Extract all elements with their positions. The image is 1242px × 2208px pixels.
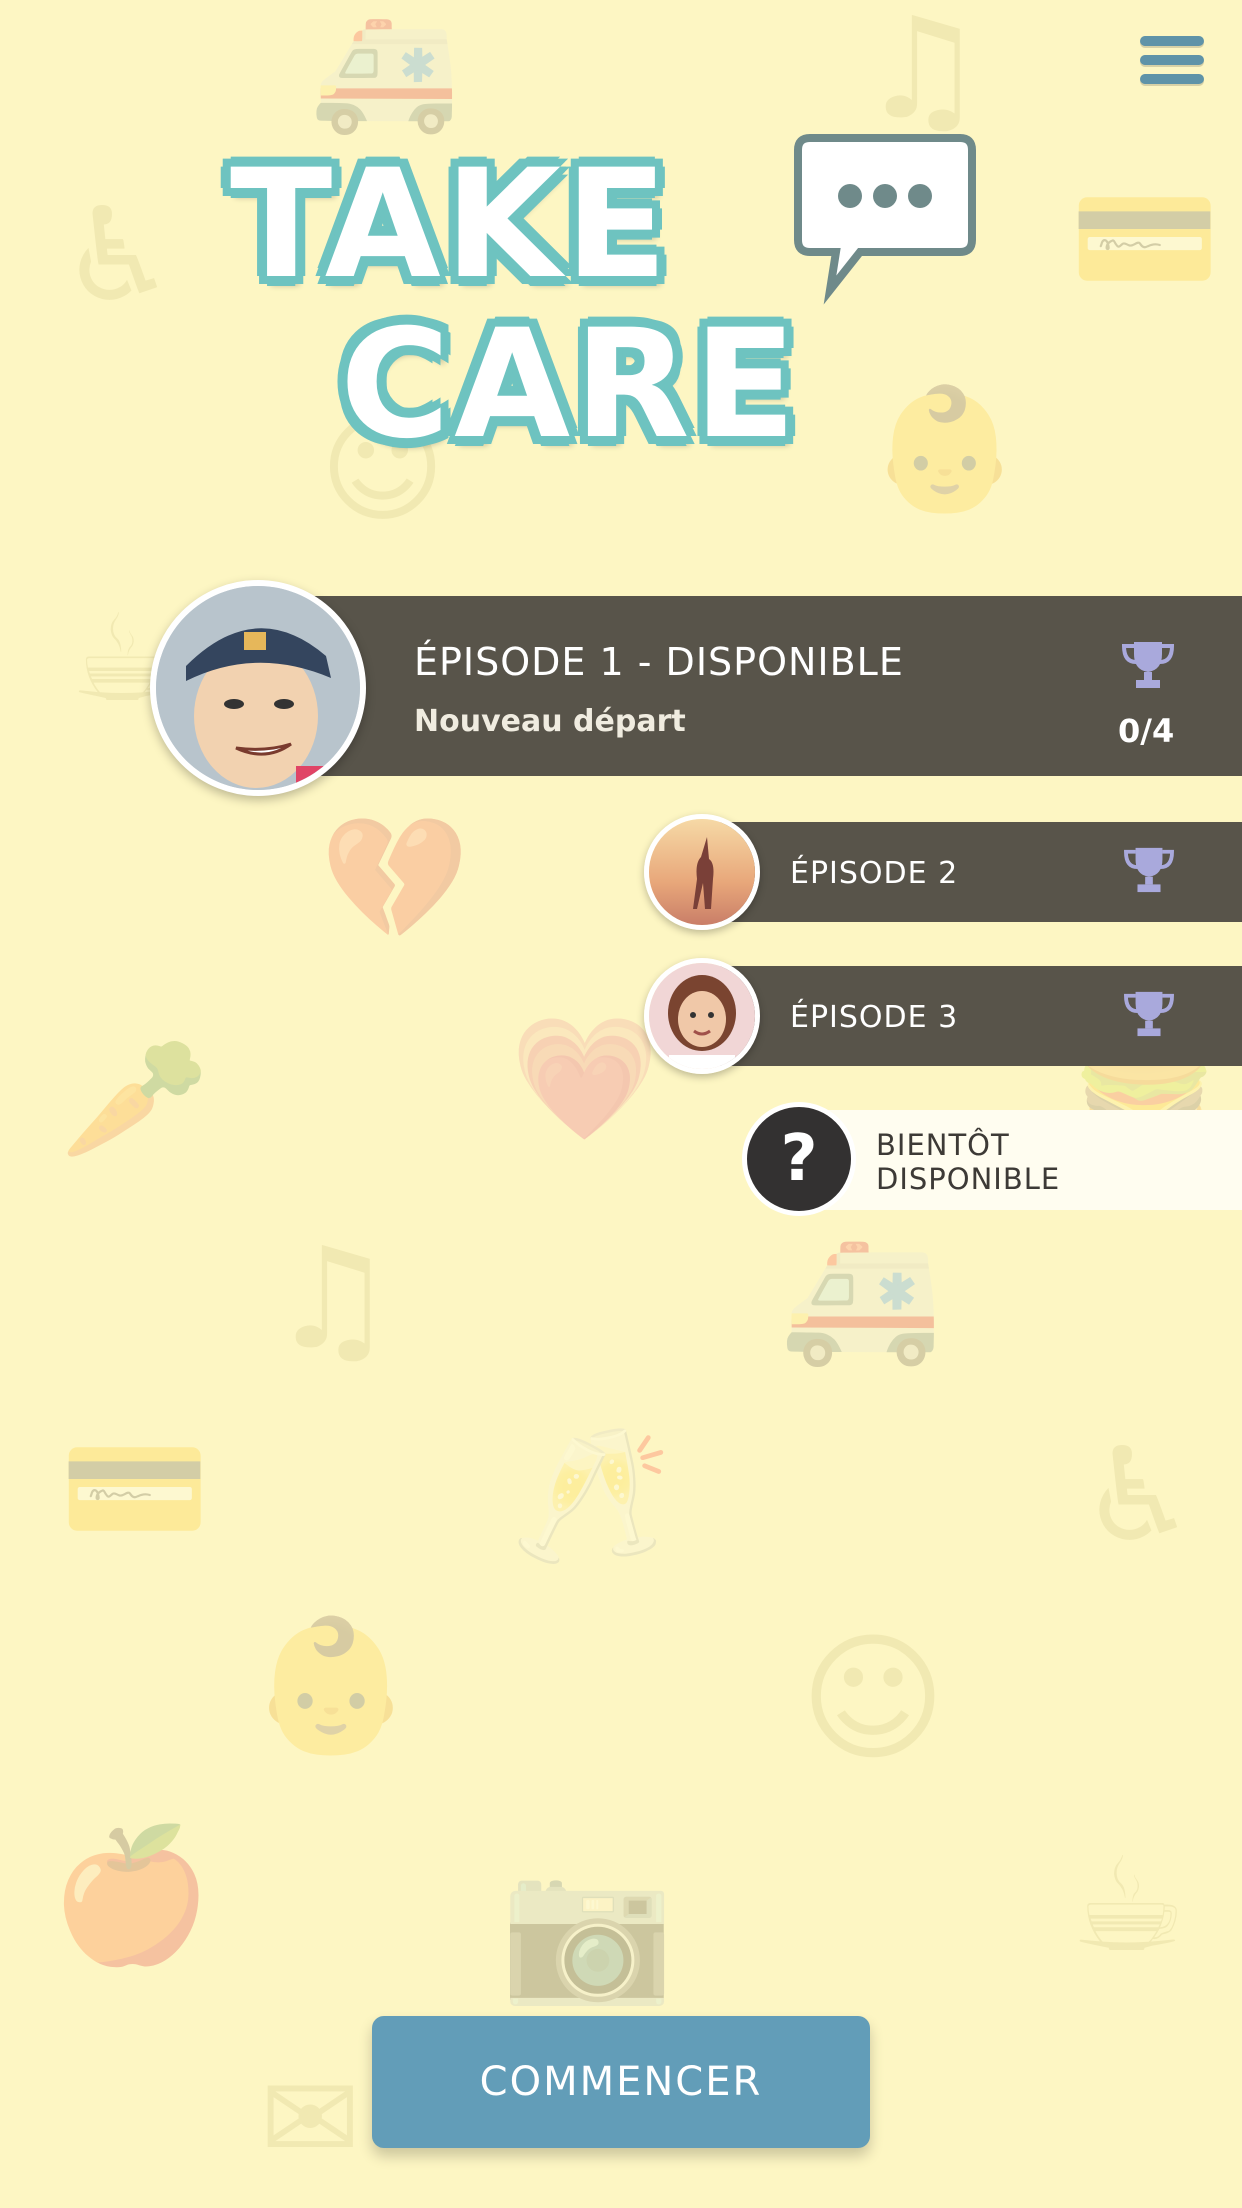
menu-button[interactable]: [1140, 36, 1204, 92]
app-logo: TAKE CARE: [230, 130, 990, 480]
wine-glasses-icon: 🥂: [510, 1419, 672, 1571]
smile-icon: ☺: [800, 1618, 946, 1781]
episode-2-avatar: [644, 814, 760, 930]
coming-soon-label: BIENTÔT DISPONIBLE: [876, 1128, 1060, 1196]
music-note-icon: ♫: [860, 0, 986, 151]
logo-line-1: TAKE: [230, 138, 672, 312]
apple-icon: 🍎: [50, 1819, 212, 1971]
menu-line: [1140, 55, 1204, 65]
wheelchair-icon: ♿: [1080, 1419, 1197, 1571]
coffee-cup-icon: ☕: [1070, 1829, 1187, 1981]
trophy-icon: [1124, 991, 1174, 1037]
episode-1-score: 0/4: [1118, 712, 1175, 750]
trophy-icon: [1124, 847, 1174, 893]
episode-2-title: ÉPISODE 2: [790, 856, 959, 891]
trophy-icon: [1122, 642, 1174, 688]
coming-soon-line-1: BIENTÔT: [876, 1128, 1010, 1162]
girl-sunset-silhouette-icon: [649, 819, 755, 925]
ambulance-icon: 🚑: [780, 1219, 942, 1371]
broken-heart-icon: 💔: [320, 810, 470, 949]
credit-card-icon: 💳: [60, 1420, 210, 1559]
start-button[interactable]: COMMENCER: [372, 2016, 870, 2148]
carrot-icon: 🥕: [60, 1030, 210, 1169]
baby-icon: 👶: [250, 1609, 412, 1761]
speech-bubble-icon: [794, 134, 976, 305]
coming-soon-line-2: DISPONIBLE: [876, 1162, 1061, 1196]
menu-line: [1140, 36, 1204, 46]
heart-hand-icon: 💗: [510, 1010, 660, 1149]
camera-icon: 📷: [500, 1848, 675, 2011]
episode-1-title: ÉPISODE 1 - DISPONIBLE: [414, 640, 904, 684]
episode-1-subtitle: Nouveau départ: [414, 704, 686, 739]
episode-1-bar: [300, 596, 1242, 776]
wheelchair-icon: ♿: [60, 179, 177, 331]
logo-line-2: CARE: [340, 298, 801, 472]
credit-card-icon: 💳: [1070, 170, 1220, 309]
envelope-icon: ✉: [260, 2050, 361, 2189]
question-mark-icon: ?: [742, 1102, 856, 1216]
boy-with-cap-icon: [156, 586, 360, 790]
smiling-woman-icon: [649, 963, 755, 1069]
ambulance-icon: 🚑: [310, 0, 460, 139]
episode-3-title: ÉPISODE 3: [790, 1000, 959, 1035]
episode-1-avatar: [150, 580, 366, 796]
music-note-icon: ♫: [270, 1218, 396, 1381]
menu-line: [1140, 74, 1204, 84]
episode-3-avatar: [644, 958, 760, 1074]
